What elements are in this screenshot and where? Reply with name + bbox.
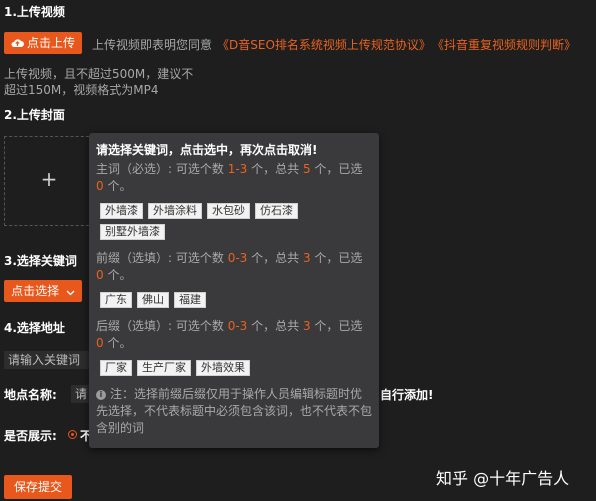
keyword-popup: 请选择关键词，点击选中，再次点击取消! 主词（必选）: 可选个数 1-3 个，总… [89, 133, 379, 448]
cover-upload-box[interactable]: + [4, 136, 94, 226]
keyword-tag[interactable]: 外墙涂料 [148, 203, 202, 219]
suffix-rule: 后缀（选填）: 可选个数 0-3 个，总共 3 个，已选 0 个。 [96, 319, 363, 350]
select-keywords-button[interactable]: 点击选择 [4, 280, 82, 302]
keyword-tag[interactable]: 别墅外墙漆 [100, 224, 165, 240]
keywords-title: 3.选择关键词 [4, 254, 77, 268]
suffix-tags: 厂家 生产厂家 外墙效果 [100, 360, 255, 376]
prefix-tag[interactable]: 广东 [100, 292, 132, 308]
suffix-tag[interactable]: 厂家 [100, 360, 132, 376]
prefix-tag[interactable]: 福建 [174, 292, 206, 308]
chevron-down-icon [66, 281, 75, 303]
main-keyword-rule: 主词（必选）: 可选个数 1-3 个，总共 5 个，已选 0 个。 [96, 162, 363, 193]
upload-video-button[interactable]: 点击上传 [4, 32, 82, 54]
info-icon: i [96, 389, 106, 400]
popup-heading: 请选择关键词，点击选中，再次点击取消! [96, 143, 318, 157]
upload-video-button-label: 点击上传 [26, 36, 75, 50]
keyword-tag[interactable]: 外墙漆 [100, 203, 143, 219]
show-label: 是否展示: [4, 429, 57, 443]
upload-video-title: 1.上传视频 [4, 5, 65, 19]
zhihu-watermark: 知乎 @十年广告人 [436, 469, 570, 488]
agree-text: 上传视频即表明您同意 [92, 38, 213, 52]
address-title: 4.选择地址 [4, 321, 65, 335]
cloud-upload-icon [11, 33, 24, 55]
keyword-tag[interactable]: 水包砂 [207, 203, 250, 219]
prefix-tag[interactable]: 佛山 [137, 292, 169, 308]
location-trailing-text: 自行添加! [380, 388, 434, 402]
main-keyword-tags-row2: 别墅外墙漆 [100, 224, 170, 240]
upload-agreement-link[interactable]: 《D音SEO排名系统视频上传规范协议》 [217, 36, 431, 53]
prefix-tags: 广东 佛山 福建 [100, 292, 211, 308]
location-label: 地点名称: [4, 388, 57, 402]
upload-cover-title: 2.上传封面 [4, 108, 65, 122]
main-keyword-tags: 外墙漆 外墙涂料 水包砂 仿石漆 [100, 203, 370, 219]
suffix-tag[interactable]: 生产厂家 [137, 360, 191, 376]
duplicate-rule-link[interactable]: 《抖音重复视频规则判断》 [432, 36, 576, 53]
plus-icon: + [40, 167, 58, 191]
video-hint-line1: 上传视频，且不超过500M，建议不 [4, 67, 194, 81]
address-keyword-input[interactable]: 请输入关键词 [4, 351, 90, 369]
prefix-rule: 前缀（选填）: 可选个数 0-3 个，总共 3 个，已选 0 个。 [96, 251, 363, 282]
show-radio[interactable] [68, 430, 77, 439]
save-submit-button[interactable]: 保存提交 [4, 475, 72, 499]
keyword-tag[interactable]: 仿石漆 [255, 203, 298, 219]
popup-note: i 注：选择前缀后缀仅用于操作人员编辑标题时优 先选择，不代表标题中必须包含该词，… [96, 387, 373, 435]
suffix-tag[interactable]: 外墙效果 [196, 360, 250, 376]
select-keywords-label: 点击选择 [11, 284, 60, 298]
video-hint-line2: 超过150M，视频格式为MP4 [4, 83, 159, 97]
